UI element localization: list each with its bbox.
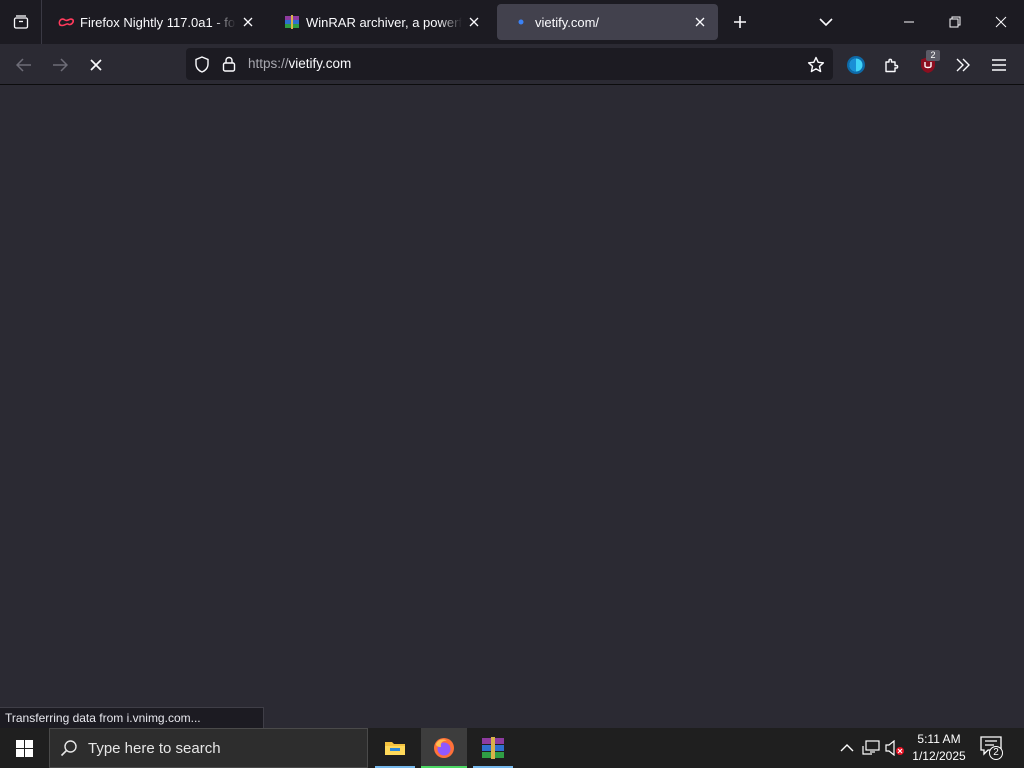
show-hidden-icons-button[interactable]: [837, 738, 857, 758]
extension-button-blue[interactable]: [841, 50, 871, 80]
status-panel: Transferring data from i.vnimg.com...: [0, 707, 264, 728]
taskbar-app-winrar[interactable]: [473, 728, 513, 768]
puzzle-piece-icon: [885, 58, 899, 73]
close-icon[interactable]: [692, 14, 708, 30]
action-center-button[interactable]: 2: [980, 736, 1006, 760]
close-window-button[interactable]: [978, 0, 1024, 44]
double-chevron-right-icon: [956, 58, 970, 72]
minimize-button[interactable]: [886, 0, 932, 44]
stop-icon: [90, 59, 102, 71]
app-menu-button[interactable]: [984, 50, 1014, 80]
tab-title: WinRAR archiver, a powerful tool to proc…: [306, 14, 462, 30]
network-button[interactable]: [861, 738, 881, 758]
tab-strip: Firefox Nightly 117.0a1 - for Windows Wi…: [0, 0, 1024, 44]
taskbar-app-firefox[interactable]: [421, 728, 467, 768]
plus-icon: [734, 16, 746, 28]
system-clock[interactable]: 5:11 AM 1/12/2025: [906, 731, 972, 765]
winrar-icon: [284, 14, 300, 30]
search-placeholder: Type here to search: [88, 739, 221, 757]
nightly-logo-icon: [58, 14, 74, 30]
arrow-left-icon: [16, 58, 31, 72]
start-button[interactable]: [0, 728, 48, 768]
clock-date: 1/12/2025: [912, 749, 966, 763]
restore-button[interactable]: [932, 0, 978, 44]
winrar-icon: [482, 737, 504, 759]
address-bar[interactable]: https://vietify.com: [186, 48, 833, 80]
windows-logo-icon: [15, 739, 33, 757]
bookmark-star-icon[interactable]: [807, 55, 825, 73]
firefox-icon: [434, 738, 454, 758]
hamburger-menu-icon: [992, 59, 1006, 71]
volume-button[interactable]: [885, 738, 905, 758]
clock-time: 5:11 AM: [917, 732, 961, 746]
browser-window: Firefox Nightly 117.0a1 - for Windows Wi…: [0, 0, 1024, 728]
close-icon[interactable]: [240, 14, 256, 30]
list-all-tabs-button[interactable]: [814, 8, 838, 36]
tab-vietify-active[interactable]: vietify.com/: [497, 4, 718, 40]
url-host: vietify.com: [288, 56, 352, 71]
back-button[interactable]: [9, 50, 39, 80]
chevron-down-icon: [819, 18, 833, 27]
tracking-protection-shield-icon[interactable]: [193, 55, 211, 73]
url-scheme: https://: [248, 56, 289, 71]
restore-icon: [949, 16, 961, 28]
chevron-up-icon: [840, 744, 854, 752]
close-icon[interactable]: [466, 14, 482, 30]
tab-title: Firefox Nightly 117.0a1 - for Windows: [80, 14, 236, 30]
extension-globe-icon: [847, 56, 865, 74]
minimize-icon: [904, 21, 914, 23]
overflow-menu-button[interactable]: [948, 50, 978, 80]
page-content: [0, 85, 1024, 728]
stop-button[interactable]: [81, 50, 111, 80]
firefox-view-button[interactable]: [0, 0, 42, 44]
taskbar-app-file-explorer[interactable]: [375, 728, 415, 768]
firefox-view-icon: [13, 15, 28, 29]
speaker-muted-icon: [885, 740, 904, 756]
lock-icon[interactable]: [220, 55, 238, 73]
url-text[interactable]: https://vietify.com: [248, 56, 351, 71]
arrow-right-icon: [53, 58, 68, 72]
search-icon: [60, 740, 77, 757]
extensions-button[interactable]: [877, 50, 907, 80]
navigation-toolbar: https://vietify.com 2: [0, 44, 1024, 85]
notification-count-badge: 2: [989, 746, 1003, 760]
close-icon: [995, 16, 1007, 28]
ublock-badge-count: 2: [926, 50, 940, 61]
forward-button[interactable]: [45, 50, 75, 80]
loading-dot-icon: [513, 14, 529, 30]
network-disconnected-icon: [862, 740, 880, 755]
taskbar: Type here to search 5:11 AM 1/12/2025 2: [0, 728, 1024, 768]
tab-title: vietify.com/: [535, 14, 600, 30]
new-tab-button[interactable]: [728, 8, 752, 36]
taskbar-search-box[interactable]: Type here to search: [49, 728, 368, 768]
tab-winrar[interactable]: WinRAR archiver, a powerful tool to proc…: [274, 4, 492, 40]
file-explorer-icon: [385, 742, 405, 755]
tab-firefox-nightly[interactable]: Firefox Nightly 117.0a1 - for Windows: [48, 4, 266, 40]
